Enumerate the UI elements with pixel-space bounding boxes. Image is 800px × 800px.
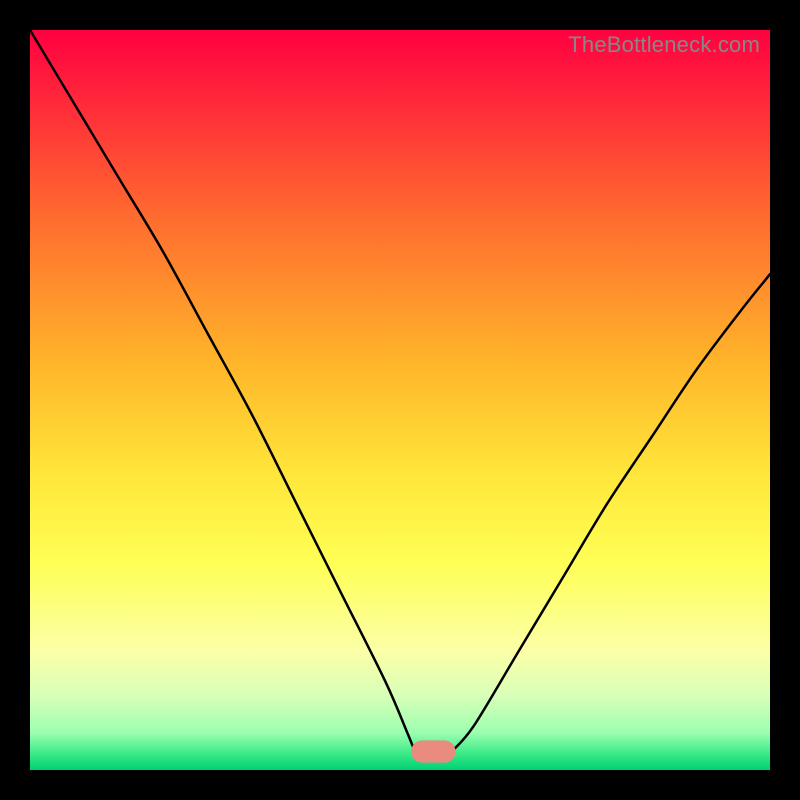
chart-frame: TheBottleneck.com [0,0,800,800]
bottleneck-chart [30,30,770,770]
gradient-background [30,30,770,770]
watermark-label: TheBottleneck.com [568,32,760,58]
optimal-marker [411,740,455,762]
plot-area: TheBottleneck.com [30,30,770,770]
